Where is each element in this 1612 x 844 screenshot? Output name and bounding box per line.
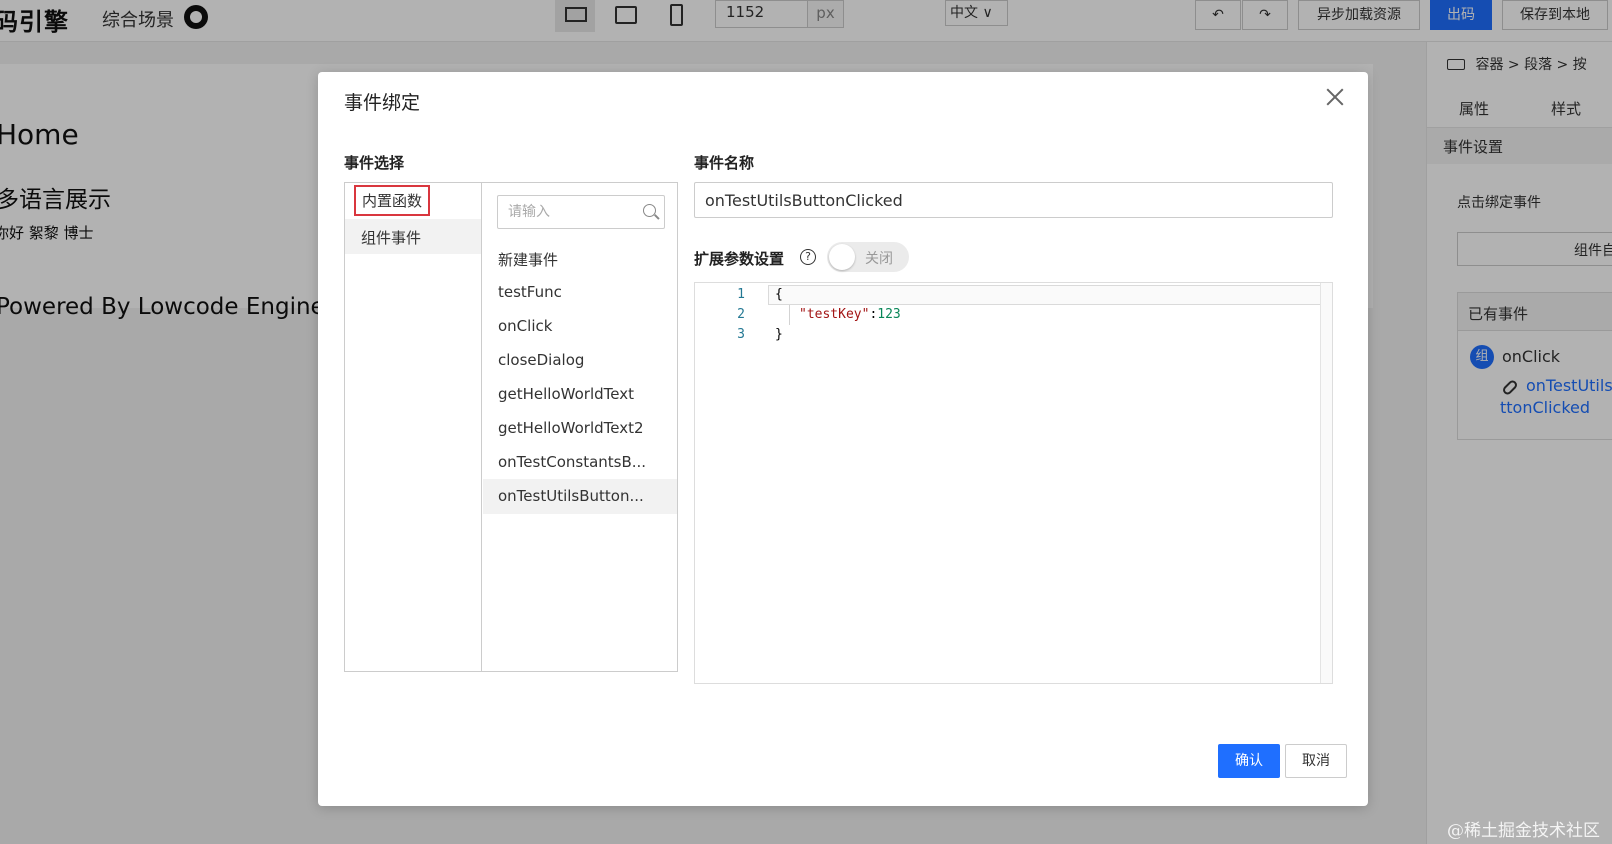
function-item[interactable]: closeDialog — [483, 343, 677, 378]
function-item[interactable]: testFunc — [483, 275, 677, 310]
toggle-label: 关闭 — [865, 251, 893, 267]
code-string: "testKey" — [799, 307, 870, 322]
category-label: 内置函数 — [354, 185, 431, 216]
function-list-pane: 新建事件 testFunc onClick closeDialog getHel… — [483, 183, 677, 671]
line-number: 2 — [737, 307, 745, 322]
event-select-box: 内置函数 组件事件 新建事件 testFunc onClick closeDia… — [344, 182, 678, 672]
toggle-knob — [829, 244, 855, 270]
event-name-title: 事件名称 — [694, 154, 755, 172]
code-line: "testKey":123 — [799, 307, 901, 322]
confirm-button[interactable]: 确认 — [1218, 744, 1280, 778]
function-item[interactable]: onTestConstantsB... — [483, 445, 677, 480]
close-icon[interactable] — [1324, 86, 1346, 108]
category-builtin-functions[interactable]: 内置函数 — [345, 183, 481, 218]
event-select-title: 事件选择 — [344, 154, 405, 172]
function-item[interactable]: getHelloWorldText — [483, 377, 677, 412]
category-component-events[interactable]: 组件事件 — [345, 219, 481, 254]
ext-params-title: 扩展参数设置 — [694, 250, 785, 268]
function-item[interactable]: getHelloWorldText2 — [483, 411, 677, 446]
current-line-highlight — [768, 285, 1323, 305]
cancel-button[interactable]: 取消 — [1285, 744, 1347, 778]
function-item-selected[interactable]: onTestUtilsButton... — [483, 479, 677, 514]
dialog-title: 事件绑定 — [344, 92, 421, 114]
code-line: { — [775, 287, 783, 302]
function-item[interactable]: onClick — [483, 309, 677, 344]
event-binding-dialog: 事件绑定 事件选择 内置函数 组件事件 新建事件 testFunc onClic… — [318, 72, 1368, 806]
editor-scrollbar[interactable] — [1320, 283, 1332, 683]
search-input[interactable] — [497, 195, 665, 229]
code-line: } — [775, 327, 783, 342]
ext-params-toggle[interactable]: 关闭 — [827, 242, 909, 272]
indent-guide — [789, 305, 790, 325]
function-item[interactable]: 新建事件 — [483, 241, 677, 276]
category-list: 内置函数 组件事件 — [345, 183, 482, 671]
search-icon[interactable] — [643, 204, 656, 217]
line-number: 3 — [737, 327, 745, 342]
watermark: @稀土掘金技术社区 — [1447, 821, 1600, 841]
help-icon[interactable]: ? — [800, 249, 816, 265]
event-name-input[interactable] — [694, 182, 1333, 218]
code-number: 123 — [877, 307, 901, 322]
line-number: 1 — [737, 287, 745, 302]
params-code-editor[interactable]: 1 2 3 { "testKey":123 } — [694, 282, 1333, 684]
